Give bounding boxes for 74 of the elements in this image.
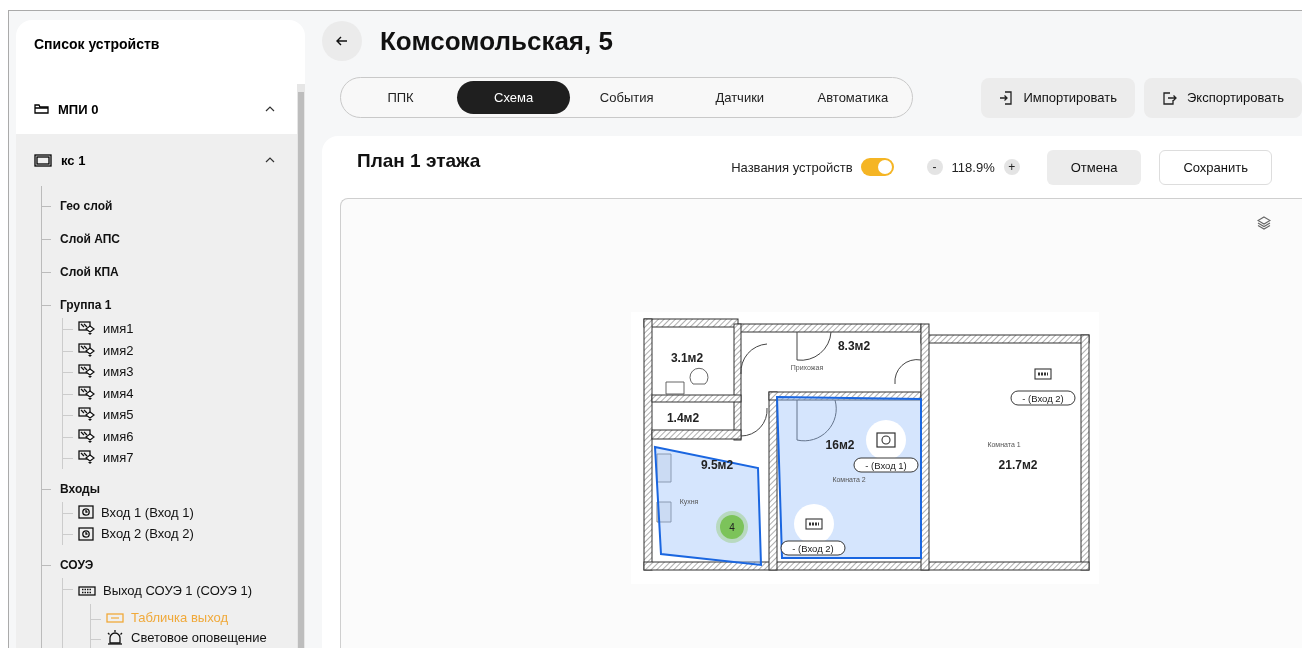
zoom-value: 118.9%	[951, 159, 995, 175]
tree-item[interactable]: Вход 1 (Вход 1)	[101, 504, 194, 520]
tab[interactable]: Датчики	[683, 81, 797, 114]
room-area: 8.3м2	[837, 339, 871, 353]
tree-item[interactable]: Вход 2 (Вход 2)	[101, 526, 194, 542]
tree-item[interactable]: Группа 1	[60, 298, 112, 312]
detector-icon	[78, 407, 96, 423]
import-button[interactable]: Импортировать	[981, 77, 1135, 118]
tab[interactable]: ППК	[344, 81, 458, 114]
tree-item[interactable]: Выход СОУЭ 1 (СОУЭ 1)	[103, 583, 252, 598]
device-names-toggle[interactable]	[860, 158, 894, 176]
chevron-up-icon[interactable]	[265, 106, 275, 112]
page-title: Комсомольская, 5	[380, 25, 613, 57]
tree-item[interactable]: Гео слой	[60, 199, 113, 213]
tray-icon	[34, 104, 49, 114]
tab[interactable]: События	[570, 81, 684, 114]
toggle-label: Названия устройств	[731, 159, 853, 175]
tree-item[interactable]: Слой АПС	[60, 232, 120, 246]
scrollbar[interactable]	[297, 84, 305, 648]
input-module-icon[interactable]	[876, 432, 896, 448]
exit-sign-icon	[106, 612, 124, 623]
exit-sign-icon[interactable]	[805, 518, 823, 530]
device-row[interactable]: МПИ 0	[16, 84, 297, 134]
import-icon	[999, 90, 1014, 105]
input-module-icon	[78, 505, 94, 520]
device-name: МПИ 0	[58, 101, 100, 117]
room-area: 1.4м2	[666, 411, 700, 425]
panel-icon	[34, 153, 52, 167]
chevron-up-icon[interactable]	[265, 157, 275, 163]
tab[interactable]: Схема	[457, 81, 571, 114]
detector-icon	[78, 450, 96, 466]
tree-item[interactable]: имя1	[103, 321, 134, 337]
zoom-in-button[interactable]: +	[1003, 159, 1020, 175]
back-button[interactable]	[322, 21, 362, 61]
tree-item[interactable]: СОУЭ	[60, 557, 94, 572]
tree-item[interactable]: имя7	[103, 450, 134, 466]
export-icon	[1162, 90, 1177, 105]
tree-item[interactable]: имя4	[103, 385, 134, 401]
detector-icon	[78, 342, 96, 358]
plan-title: План 1 этажа	[357, 150, 482, 172]
input-module-icon	[78, 526, 94, 541]
tab[interactable]: Автоматика	[796, 81, 910, 114]
room-area: 16м2	[825, 438, 855, 452]
tree-item[interactable]: Входы	[60, 481, 100, 496]
detector-icon	[78, 385, 96, 401]
tree-item[interactable]: имя5	[103, 407, 134, 423]
save-button[interactable]: Сохранить	[1159, 149, 1272, 185]
zone-outline[interactable]	[653, 445, 763, 567]
tree-item[interactable]: Световое оповещение	[131, 630, 267, 645]
device-cluster-marker[interactable]: 4	[716, 511, 748, 543]
zoom-out-button[interactable]: -	[926, 159, 943, 175]
back-arrow-icon	[336, 36, 348, 46]
tree-item[interactable]: имя2	[103, 342, 134, 358]
detector-icon	[78, 428, 96, 444]
exit-sign-icon	[78, 585, 96, 596]
device-label: - (Вход 1)	[853, 457, 919, 473]
layers-icon[interactable]	[1257, 216, 1271, 230]
exit-sign-icon[interactable]	[1034, 368, 1052, 380]
tree-item[interactable]: имя3	[103, 364, 134, 380]
device-name: кс 1	[61, 152, 87, 168]
beacon-light-icon	[106, 630, 124, 645]
export-button[interactable]: Экспортировать	[1144, 77, 1302, 118]
tree-item[interactable]: Слой КПА	[60, 265, 119, 279]
device-label: - (Вход 2)	[780, 540, 846, 556]
device-label: - (Вход 2)	[1010, 390, 1076, 406]
room-area: 21.7м2	[998, 458, 1038, 472]
detector-icon	[78, 364, 96, 380]
room-area: 3.1м2	[670, 351, 704, 365]
cancel-button[interactable]: Отмена	[1046, 149, 1142, 185]
device-row[interactable]: кс 1	[16, 134, 297, 186]
tree-item[interactable]: имя6	[103, 428, 134, 444]
sidebar-title: Список устройств	[33, 35, 161, 54]
detector-icon	[78, 321, 96, 337]
room-area: 9.5м2	[700, 458, 734, 472]
